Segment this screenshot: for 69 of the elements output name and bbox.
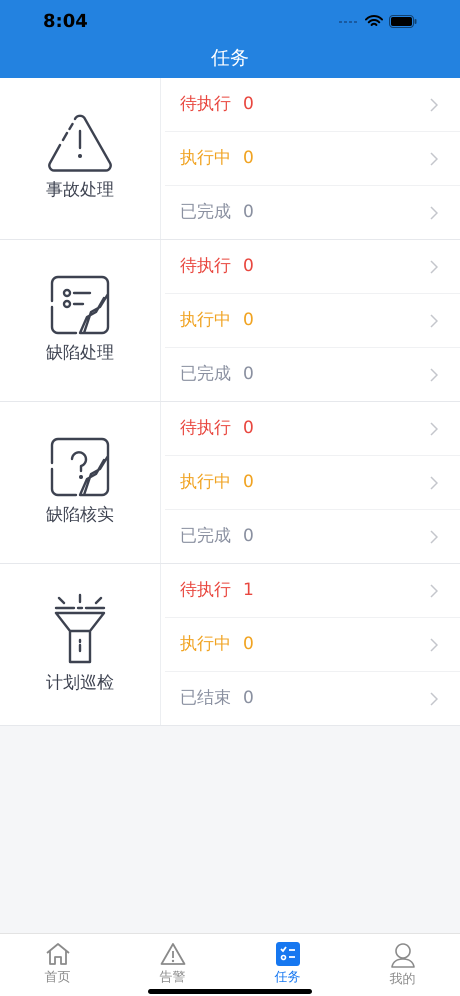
chevron-icon xyxy=(430,692,438,706)
status-count: 0 xyxy=(243,632,254,656)
person-icon xyxy=(390,942,416,968)
chevron-icon xyxy=(430,98,438,112)
status-row[interactable]: 执行中 0 xyxy=(165,294,460,348)
chevron-icon xyxy=(430,368,438,382)
chevron-icon xyxy=(430,638,438,652)
status-row[interactable]: 待执行 1 xyxy=(165,564,460,618)
tab-item[interactable]: 任务 xyxy=(230,934,345,996)
status-label: 待执行 xyxy=(180,92,231,116)
cracked-list-icon xyxy=(50,274,110,335)
status-label: 执行中 xyxy=(180,308,231,332)
flashlight-icon xyxy=(54,592,106,665)
warning-icon xyxy=(47,114,113,172)
tab-item[interactable]: 我的 xyxy=(345,934,460,996)
page-title: 任务 xyxy=(211,46,249,70)
status-count: 0 xyxy=(243,362,254,386)
status-row[interactable]: 已完成 0 xyxy=(165,510,460,563)
cracked-question-icon xyxy=(50,436,110,497)
status-label: 待执行 xyxy=(180,254,231,278)
status-label: 执行中 xyxy=(180,632,231,656)
status-row[interactable]: 待执行 0 xyxy=(165,240,460,294)
status-row[interactable]: 待执行 0 xyxy=(165,402,460,456)
status-count: 0 xyxy=(243,308,254,332)
warning-icon xyxy=(160,942,186,966)
status-label: 已完成 xyxy=(180,362,231,386)
home-icon xyxy=(44,942,70,966)
chevron-icon xyxy=(430,260,438,274)
status-count: 0 xyxy=(243,470,254,494)
status-count: 0 xyxy=(243,92,254,116)
status-label: 待执行 xyxy=(180,578,231,602)
chevron-icon xyxy=(430,476,438,490)
status-row[interactable]: 已结束 0 xyxy=(165,672,460,725)
chevron-icon xyxy=(430,206,438,220)
chevron-icon xyxy=(430,584,438,598)
status-label: 执行中 xyxy=(180,146,231,170)
status-label: 执行中 xyxy=(180,470,231,494)
tab-item[interactable]: 告警 xyxy=(115,934,230,996)
status-row[interactable]: 执行中 0 xyxy=(165,456,460,510)
tab-item[interactable]: 首页 xyxy=(0,934,115,996)
status-label: 待执行 xyxy=(180,416,231,440)
status-count: 0 xyxy=(243,254,254,278)
status-label: 已完成 xyxy=(180,200,231,224)
chevron-icon xyxy=(430,314,438,328)
status-count: 0 xyxy=(243,416,254,440)
status-row[interactable]: 待执行 0 xyxy=(165,78,460,132)
category-label: 缺陷核实 xyxy=(46,504,114,527)
status-count: 0 xyxy=(243,146,254,170)
status-row[interactable]: 已完成 0 xyxy=(165,186,460,239)
status-label: 已结束 xyxy=(180,686,231,710)
category-label: 事故处理 xyxy=(46,178,114,202)
status-time: 8:04 xyxy=(43,10,88,34)
chevron-icon xyxy=(430,152,438,166)
category-label: 计划巡检 xyxy=(46,672,114,695)
status-row[interactable]: 已完成 0 xyxy=(165,348,460,401)
status-count: 1 xyxy=(243,578,254,602)
status-label: 已完成 xyxy=(180,524,231,548)
status-count: 0 xyxy=(243,200,254,224)
status-row[interactable]: 执行中 0 xyxy=(165,618,460,672)
battery-icon xyxy=(389,15,417,28)
chevron-icon xyxy=(430,530,438,544)
category-label: 缺陷处理 xyxy=(46,342,114,365)
checklist-icon xyxy=(276,942,300,966)
status-count: 0 xyxy=(243,686,254,710)
signal-icon xyxy=(339,20,359,24)
status-count: 0 xyxy=(243,524,254,548)
wifi-icon xyxy=(365,15,383,28)
chevron-icon xyxy=(430,422,438,436)
status-row[interactable]: 执行中 0 xyxy=(165,132,460,186)
